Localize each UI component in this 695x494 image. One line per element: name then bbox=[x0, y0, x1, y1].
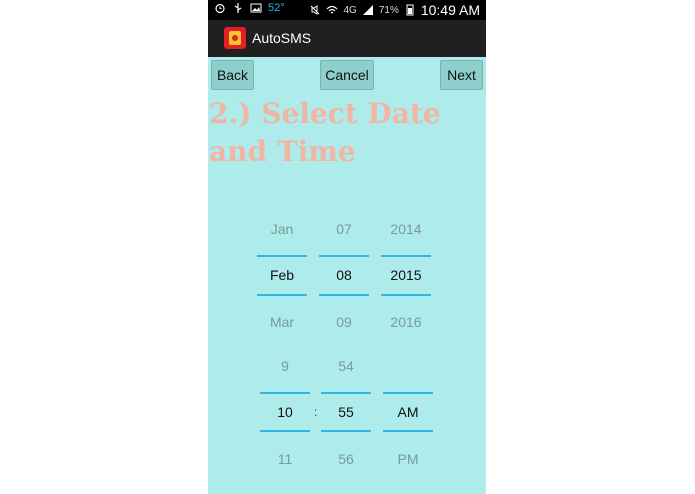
month-prev[interactable]: Jan bbox=[257, 221, 307, 237]
minute-top-divider bbox=[321, 392, 371, 394]
hour-current[interactable]: 10 bbox=[260, 404, 310, 420]
status-bar-right: 4G 71% 10:49 AM bbox=[309, 2, 480, 18]
month-bottom-divider bbox=[257, 294, 307, 296]
ampm-current[interactable]: AM bbox=[383, 404, 433, 420]
year-prev[interactable]: 2014 bbox=[381, 221, 431, 237]
year-top-divider bbox=[381, 255, 431, 257]
hour-bottom-divider bbox=[260, 430, 310, 432]
app-title: AutoSMS bbox=[252, 30, 312, 46]
day-bottom-divider bbox=[319, 294, 369, 296]
action-bar: AutoSMS bbox=[208, 20, 486, 57]
signal-icon bbox=[362, 5, 373, 15]
back-button[interactable]: Back bbox=[211, 60, 254, 90]
year-next[interactable]: 2016 bbox=[381, 314, 431, 330]
app-icon-dot bbox=[232, 35, 238, 41]
app-icon bbox=[224, 27, 246, 49]
next-button[interactable]: Next bbox=[440, 60, 483, 90]
wifi-icon bbox=[327, 5, 338, 14]
year-current[interactable]: 2015 bbox=[381, 267, 431, 283]
phone-screen: 52° 4G 71% 10:49 AM AutoSMS Back Cancel … bbox=[208, 0, 486, 494]
minute-bottom-divider bbox=[321, 430, 371, 432]
year-bottom-divider bbox=[381, 294, 431, 296]
month-current[interactable]: Feb bbox=[257, 267, 307, 283]
day-top-divider bbox=[319, 255, 369, 257]
image-icon bbox=[250, 3, 262, 13]
month-next[interactable]: Mar bbox=[257, 314, 307, 330]
day-prev[interactable]: 07 bbox=[319, 221, 369, 237]
ampm-next[interactable]: PM bbox=[383, 451, 433, 467]
battery-percent: 71% bbox=[378, 4, 399, 16]
day-next[interactable]: 09 bbox=[319, 314, 369, 330]
usb-icon bbox=[234, 3, 242, 13]
time-separator: : bbox=[314, 405, 318, 419]
cancel-button[interactable]: Cancel bbox=[320, 60, 374, 90]
page-heading: 2.) Select Date and Time bbox=[209, 97, 441, 168]
month-top-divider bbox=[257, 255, 307, 257]
temperature: 52° bbox=[268, 2, 285, 14]
minute-current[interactable]: 55 bbox=[321, 404, 371, 420]
day-current[interactable]: 08 bbox=[319, 267, 369, 283]
hour-prev[interactable]: 9 bbox=[260, 358, 310, 374]
network-type: 4G bbox=[343, 4, 357, 16]
status-bar-left: 52° bbox=[214, 2, 285, 14]
status-time: 10:49 AM bbox=[420, 2, 480, 18]
ampm-bottom-divider bbox=[383, 430, 433, 432]
battery-icon bbox=[406, 4, 414, 16]
hour-next[interactable]: 11 bbox=[260, 451, 310, 467]
ampm-top-divider bbox=[383, 392, 433, 394]
minute-next[interactable]: 56 bbox=[321, 451, 371, 467]
status-bar: 52° 4G 71% 10:49 AM bbox=[208, 0, 486, 20]
minute-prev[interactable]: 54 bbox=[321, 358, 371, 374]
alarm-icon bbox=[215, 3, 225, 14]
mute-icon bbox=[311, 5, 320, 15]
hour-top-divider bbox=[260, 392, 310, 394]
